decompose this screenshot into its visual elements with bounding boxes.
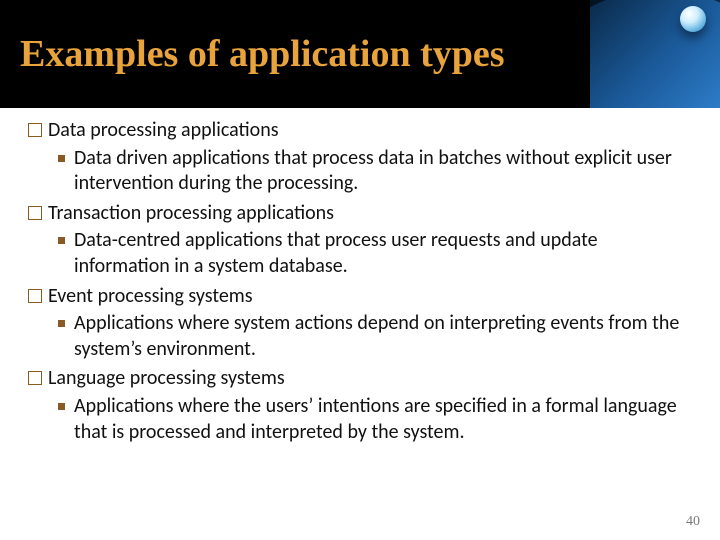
list-item-heading: Data processing applications (48, 118, 279, 142)
list-item: Language processing systems (28, 366, 692, 392)
list-subitem-text: Applications where the users’ intentions… (74, 394, 677, 444)
list-subitem-text: Applications where system actions depend… (74, 311, 679, 361)
list-item: Event processing systems (28, 284, 692, 310)
list-subitem: Applications where the users’ intentions… (28, 394, 692, 445)
list-item: Transaction processing applications (28, 201, 692, 227)
title-band: Examples of application types (0, 0, 720, 108)
list-subitem-text: Data-centred applications that process u… (74, 228, 598, 278)
square-bullet-icon (58, 403, 65, 410)
square-bullet-icon (58, 155, 65, 162)
slide-title: Examples of application types (0, 32, 505, 76)
list-subitem: Applications where system actions depend… (28, 311, 692, 362)
list-item-heading: Transaction processing applications (48, 201, 334, 225)
square-bullet-icon (58, 320, 65, 327)
list-item-heading: Event processing systems (48, 284, 253, 308)
list-item: Data processing applications (28, 118, 692, 144)
list-subitem-text: Data driven applications that process da… (74, 146, 672, 196)
slide-body: Data processing applications Data driven… (0, 108, 720, 445)
square-outline-icon (28, 289, 42, 303)
list-item-heading: Language processing systems (48, 366, 285, 390)
slide: Examples of application types Data proce… (0, 0, 720, 540)
list-subitem: Data driven applications that process da… (28, 146, 692, 197)
page-number: 40 (686, 514, 700, 530)
square-outline-icon (28, 123, 42, 137)
decorative-image (590, 0, 720, 108)
list-subitem: Data-centred applications that process u… (28, 228, 692, 279)
square-outline-icon (28, 371, 42, 385)
square-bullet-icon (58, 237, 65, 244)
water-drop-icon (680, 6, 706, 32)
square-outline-icon (28, 206, 42, 220)
